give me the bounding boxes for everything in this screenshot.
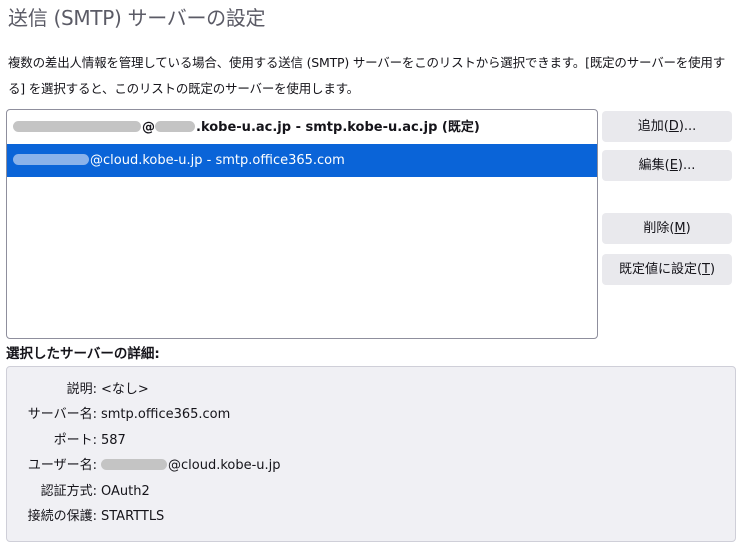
set-default-button[interactable]: 既定値に設定(T): [602, 254, 732, 285]
port-label: ポート:: [53, 433, 97, 448]
connection-security-label: 接続の保護:: [27, 509, 97, 524]
server-name-value: smtp.office365.com: [101, 407, 231, 422]
redacted-username: [101, 459, 167, 470]
server-list-item[interactable]: @ .kobe-u.ac.jp - smtp.kobe-u.ac.jp (既定): [7, 110, 597, 144]
remove-button-access-key: M: [674, 221, 686, 236]
edit-button-access-key: E: [669, 158, 678, 173]
redacted-host: [155, 121, 195, 132]
smtp-settings-panel: 送信 (SMTP) サーバーの設定 複数の差出人情報を管理している場合、使用する…: [0, 0, 742, 552]
server-hostname: smtp.kobe-u.ac.jp: [305, 120, 438, 135]
server-list-item-selected[interactable]: @cloud.kobe-u.jp - smtp.office365.com: [7, 144, 597, 177]
separator: -: [202, 153, 216, 168]
add-button-access-key: D: [668, 119, 679, 134]
edit-button[interactable]: 編集(E)...: [602, 150, 732, 181]
remove-button-suffix: ): [685, 221, 691, 236]
username-label: ユーザー名:: [27, 458, 97, 473]
server-details-panel: 説明: <なし> サーバー名: smtp.office365.com ポート: …: [6, 366, 736, 542]
port-value: 587: [101, 433, 126, 448]
remove-button-label: 削除(: [643, 221, 675, 236]
add-button[interactable]: 追加(D)...: [602, 111, 732, 142]
edit-button-suffix: )...: [677, 158, 696, 173]
auth-method-value: OAuth2: [101, 484, 150, 499]
page-title: 送信 (SMTP) サーバーの設定: [8, 6, 266, 30]
set-default-button-access-key: T: [702, 262, 710, 277]
add-button-suffix: )...: [678, 119, 697, 134]
description-value: <なし>: [101, 382, 149, 397]
username-value-suffix: @cloud.kobe-u.jp: [168, 458, 281, 473]
set-default-button-label: 既定値に設定(: [618, 262, 703, 277]
smtp-server-list[interactable]: @ .kobe-u.ac.jp - smtp.kobe-u.ac.jp (既定) …: [6, 109, 598, 339]
details-heading: 選択したサーバーの詳細:: [6, 346, 160, 362]
add-button-label: 追加(: [637, 119, 669, 134]
host-suffix: .kobe-u.ac.jp: [196, 120, 292, 135]
remove-button[interactable]: 削除(M): [602, 213, 732, 244]
connection-security-value: STARTTLS: [101, 509, 165, 524]
description-label: 説明:: [66, 382, 97, 397]
username-value: @cloud.kobe-u.jp: [101, 456, 281, 476]
page-description: 複数の差出人情報を管理している場合、使用する送信 (SMTP) サーバーをこのリ…: [8, 55, 725, 96]
default-tag: (既定): [437, 120, 480, 135]
separator: -: [291, 120, 306, 135]
edit-button-label: 編集(: [638, 158, 670, 173]
set-default-button-suffix: ): [709, 262, 716, 277]
auth-method-label: 認証方式:: [40, 484, 97, 499]
redacted-username: [13, 154, 89, 165]
username-suffix: @: [142, 120, 155, 135]
username-suffix: @cloud.kobe-u.jp: [90, 153, 203, 168]
server-hostname: smtp.office365.com: [215, 153, 345, 168]
server-name-label: サーバー名:: [27, 407, 97, 422]
redacted-username: [13, 121, 141, 132]
